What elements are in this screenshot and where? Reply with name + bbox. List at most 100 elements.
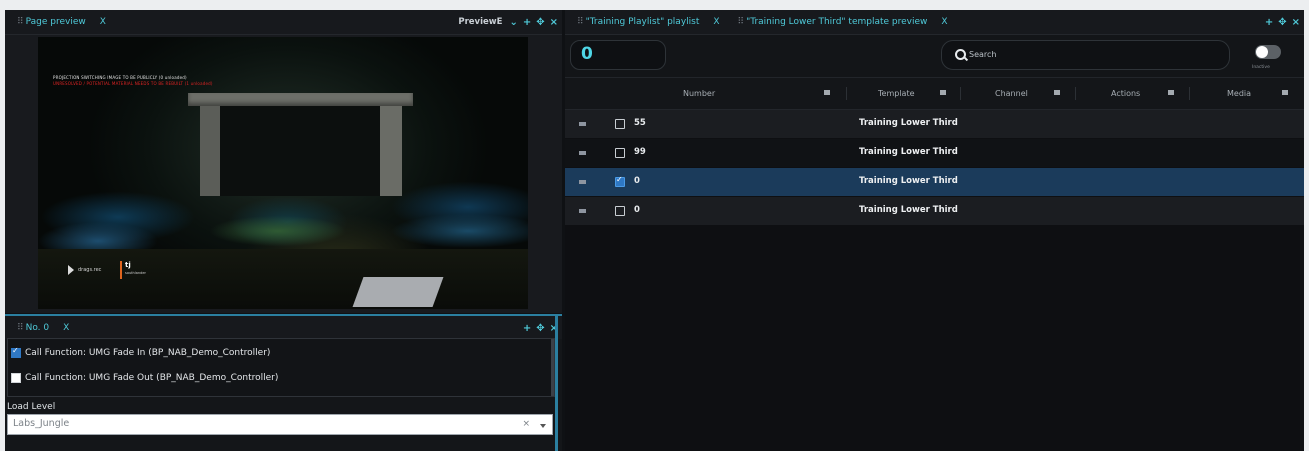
playlist-header: ⠿ "Training Playlist" playlist X ⠿ "Trai… — [565, 10, 1304, 35]
overlay-caption: drags.rec — [78, 267, 102, 273]
details-header: ⠿ No. 0 X + ✥ × — [5, 314, 562, 339]
row-checkbox[interactable] — [615, 119, 625, 129]
drag-grip-icon[interactable]: ⠿ — [17, 323, 24, 333]
app-window: ⠿ Page preview X PreviewE ⌄ + ✥ × PROJEC… — [5, 10, 1304, 451]
load-level-value: Labs_Jungle — [13, 418, 70, 429]
stone-slab — [352, 277, 444, 307]
add-icon[interactable]: + — [523, 323, 531, 334]
dropdown-caret-icon[interactable] — [540, 424, 546, 428]
column-separator — [846, 87, 847, 100]
scene-warning-text: UNRESOLVED / POTENTIAL MATERIAL NEEDS TO… — [53, 81, 213, 86]
lower-third-accent-bar — [120, 261, 122, 279]
row-checkbox[interactable] — [615, 206, 625, 216]
column-menu-icon[interactable] — [824, 90, 830, 95]
column-header-media[interactable]: Media — [1227, 78, 1251, 109]
row-checkbox[interactable] — [615, 148, 625, 158]
tab-playlist[interactable]: "Training Playlist" playlist — [586, 17, 700, 27]
column-separator — [1075, 87, 1076, 100]
column-menu-icon[interactable] — [1054, 90, 1060, 95]
row-drag-handle-icon[interactable] — [579, 151, 586, 155]
row-template: Training Lower Third — [859, 147, 958, 157]
table-row[interactable]: 99 Training Lower Third — [565, 139, 1304, 167]
function-fade-out[interactable]: Call Function: UMG Fade Out (BP_NAB_Demo… — [11, 373, 278, 383]
column-header-actions[interactable]: Actions — [1111, 78, 1140, 109]
load-level-label: Load Level — [7, 402, 56, 412]
column-header-channel[interactable]: Channel — [995, 78, 1028, 109]
left-column: ⠿ Page preview X PreviewE ⌄ + ✥ × PROJEC… — [5, 10, 562, 451]
table-row[interactable]: 0 Training Lower Third — [565, 197, 1304, 225]
number-input[interactable]: 0 — [570, 40, 666, 70]
load-level-select[interactable]: Labs_Jungle × — [7, 414, 553, 435]
search-input[interactable]: Search — [941, 40, 1230, 70]
column-header-template[interactable]: Template — [878, 78, 915, 109]
table-header: Number Template Channel Actions Media — [565, 78, 1304, 110]
search-placeholder: Search — [969, 50, 997, 59]
item-details-panel: ⠿ No. 0 X + ✥ × Call Function: UMG Fade … — [5, 314, 562, 451]
row-drag-handle-icon[interactable] — [579, 180, 586, 184]
chevron-down-icon[interactable]: ⌄ — [509, 17, 517, 28]
drag-grip-icon[interactable]: ⠿ — [577, 17, 584, 27]
ground — [38, 249, 528, 309]
column-separator — [1189, 87, 1190, 100]
row-number: 99 — [634, 147, 646, 157]
column-header-number[interactable]: Number — [683, 78, 715, 109]
close-icon[interactable]: X — [63, 323, 69, 333]
close-icon[interactable]: X — [100, 17, 106, 27]
tab-page-preview[interactable]: Page preview — [26, 17, 86, 27]
preview-area: PROJECTION SWITCHING IMAGE TO BE PUBLICL… — [5, 35, 562, 313]
row-number: 0 — [634, 205, 640, 215]
search-icon — [955, 49, 966, 60]
page-preview-header: ⠿ Page preview X PreviewE ⌄ + ✥ × — [5, 10, 562, 35]
row-number: 0 — [634, 176, 640, 186]
drag-grip-icon[interactable]: ⠿ — [738, 17, 745, 27]
row-template: Training Lower Third — [859, 176, 958, 186]
move-icon[interactable]: ✥ — [1278, 17, 1286, 28]
inactive-toggle[interactable] — [1255, 45, 1281, 59]
row-number: 55 — [634, 118, 646, 128]
column-separator — [960, 87, 961, 100]
row-template: Training Lower Third — [859, 118, 958, 128]
function-list: Call Function: UMG Fade In (BP_NAB_Demo_… — [7, 338, 555, 397]
close-icon[interactable]: X — [713, 17, 719, 27]
close-panel-icon[interactable]: × — [550, 17, 558, 28]
playlist-toolbar: 0 Search Inactive — [565, 35, 1304, 78]
lower-third-subtitle: southlander — [125, 271, 146, 275]
details-tools: + ✥ × — [523, 316, 558, 340]
details-scrollbar[interactable] — [555, 314, 558, 451]
lower-third-name: tj — [125, 261, 131, 269]
move-icon[interactable]: ✥ — [536, 17, 544, 28]
add-icon[interactable]: + — [1265, 17, 1273, 28]
table-row-selected[interactable]: 0 Training Lower Third — [565, 168, 1304, 196]
close-panel-icon[interactable]: × — [1292, 17, 1300, 28]
row-drag-handle-icon[interactable] — [579, 122, 586, 126]
number-value: 0 — [581, 44, 593, 64]
row-template: Training Lower Third — [859, 205, 958, 215]
function-label: Call Function: UMG Fade In (BP_NAB_Demo_… — [25, 348, 271, 358]
clear-icon[interactable]: × — [522, 419, 530, 429]
fade-out-checkbox[interactable] — [11, 373, 21, 383]
drag-grip-icon[interactable]: ⠿ — [17, 17, 24, 27]
column-menu-icon[interactable] — [940, 90, 946, 95]
close-icon[interactable]: X — [941, 17, 947, 27]
preview-scene-image: PROJECTION SWITCHING IMAGE TO BE PUBLICL… — [38, 37, 528, 309]
row-drag-handle-icon[interactable] — [579, 209, 586, 213]
right-column: ⠿ "Training Playlist" playlist X ⠿ "Trai… — [565, 10, 1304, 451]
toggle-knob — [1256, 46, 1268, 58]
column-menu-icon[interactable] — [1168, 90, 1174, 95]
preview-dropdown[interactable]: PreviewE — [458, 17, 502, 27]
move-icon[interactable]: ✥ — [536, 323, 544, 334]
tab-item-details[interactable]: No. 0 — [26, 323, 50, 333]
column-menu-icon[interactable] — [1282, 90, 1288, 95]
stone-ruin — [188, 93, 413, 197]
fade-in-checkbox[interactable] — [11, 346, 21, 358]
function-list-scrollbar[interactable] — [551, 339, 554, 396]
panel-tools: PreviewE ⌄ + ✥ × — [458, 10, 558, 34]
function-fade-in[interactable]: Call Function: UMG Fade In (BP_NAB_Demo_… — [11, 346, 271, 358]
panel-tools: + ✥ × — [1265, 10, 1300, 34]
row-checkbox[interactable] — [615, 175, 625, 187]
table-row[interactable]: 55 Training Lower Third — [565, 110, 1304, 138]
scene-error-text: PROJECTION SWITCHING IMAGE TO BE PUBLICL… — [53, 75, 187, 80]
add-icon[interactable]: + — [523, 17, 531, 28]
function-label: Call Function: UMG Fade Out (BP_NAB_Demo… — [25, 373, 279, 383]
tab-template-preview[interactable]: "Training Lower Third" template preview — [746, 17, 927, 27]
